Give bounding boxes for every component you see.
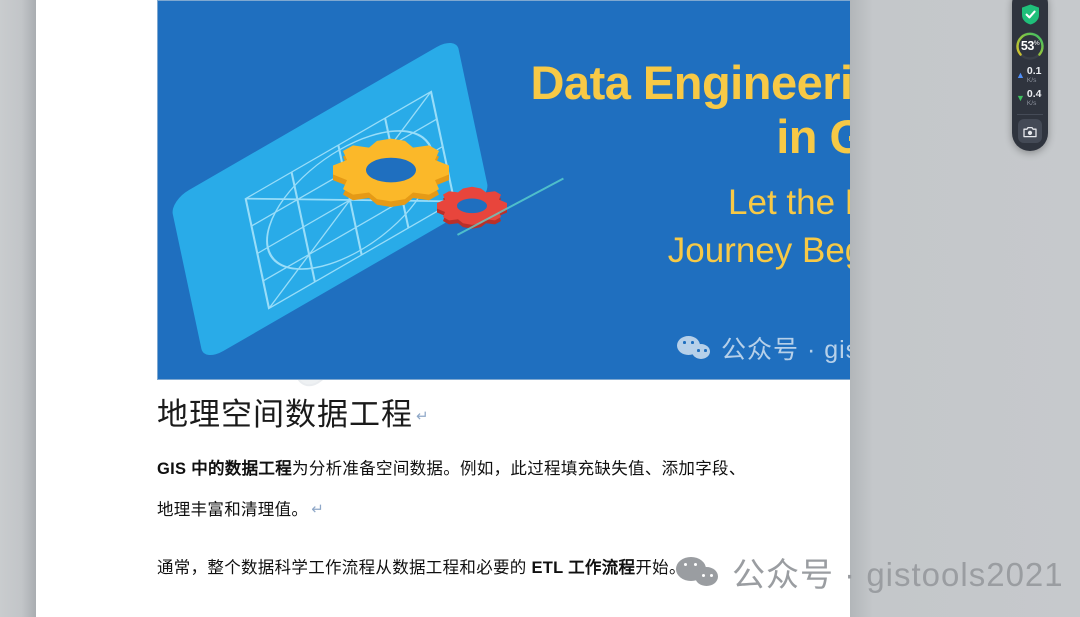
banner-headline-group: Data Engineering in GIS Let the ETL Jour… [157, 56, 850, 276]
document-page[interactable]: gistools [36, 0, 850, 617]
upload-speed-value: 0.1 [1026, 65, 1042, 77]
page-title-text: 地理空间数据工程 [157, 397, 413, 432]
banner-title-line-2: in GIS [776, 109, 850, 163]
cpu-usage-ring[interactable]: 53% [1015, 31, 1045, 61]
banner-title-line-1: Data Engineering [530, 56, 850, 109]
widget-divider [1017, 114, 1043, 115]
viewer-background-left [0, 0, 36, 617]
pilcrow-mark: ↵ [311, 500, 325, 518]
banner-wechat-watermark: 公众号 · gistools2021 [677, 330, 850, 366]
page-title: 地理空间数据工程 ↵ [157, 395, 757, 435]
cpu-usage-label: 53% [1020, 39, 1040, 53]
banner-subtitle-group: Let the ETL Journey Begins [157, 179, 850, 276]
banner-watermark-text: 公众号 · gistools2021 [721, 336, 850, 364]
cpu-usage-value: 53 [1020, 39, 1034, 53]
floating-status-widget[interactable]: 53% ▲ 0.1 K/s ▼ 0.4 K/s [1012, 0, 1048, 151]
banner-subtitle-line-2: Journey Begins [667, 231, 850, 271]
wechat-icon [676, 556, 720, 588]
banner-subtitle-line-1: Let the ETL [728, 183, 850, 223]
paragraph-2-bold: ETL 工作流程 [531, 559, 636, 578]
cpu-usage-unit: % [1033, 39, 1040, 47]
download-speed-unit: K/s [1026, 99, 1037, 107]
pilcrow-mark: ↵ [416, 409, 430, 426]
network-upload-row: ▲ 0.1 K/s [1012, 66, 1048, 84]
camera-icon [1023, 125, 1037, 138]
upload-speed-unit: K/s [1026, 76, 1037, 84]
paragraph-1-bold-lead: GIS 中的数据工程 [157, 460, 293, 479]
document-viewer: gistools [0, 0, 1080, 617]
document-body: 地理空间数据工程 ↵ GIS 中的数据工程为分析准备空间数据。例如，此过程填充缺失… [157, 395, 757, 589]
download-arrow-icon: ▼ [1016, 92, 1025, 103]
upload-arrow-icon: ▲ [1016, 69, 1025, 80]
paragraph-2-text-start: 通常，整个数据科学工作流程从数据工程和必要的 [157, 559, 532, 578]
download-speed-value: 0.4 [1026, 88, 1042, 100]
paragraph-1: GIS 中的数据工程为分析准备空间数据。例如，此过程填充缺失值、添加字段、地理丰… [157, 449, 757, 530]
paragraph-2: 通常，整个数据科学工作流程从数据工程和必要的 ETL 工作流程开始。↵ [157, 548, 757, 588]
banner-image: Data Engineering in GIS Let the ETL Jour… [157, 0, 850, 380]
screenshot-button[interactable] [1018, 119, 1042, 143]
overlay-wechat-watermark: 公众号 · gistools2021 [676, 548, 1064, 596]
wechat-icon [677, 336, 711, 360]
overlay-watermark-text: 公众号 · gistools2021 [732, 556, 1064, 593]
network-download-row: ▼ 0.4 K/s [1012, 89, 1048, 107]
shield-check-icon[interactable] [1021, 4, 1040, 25]
